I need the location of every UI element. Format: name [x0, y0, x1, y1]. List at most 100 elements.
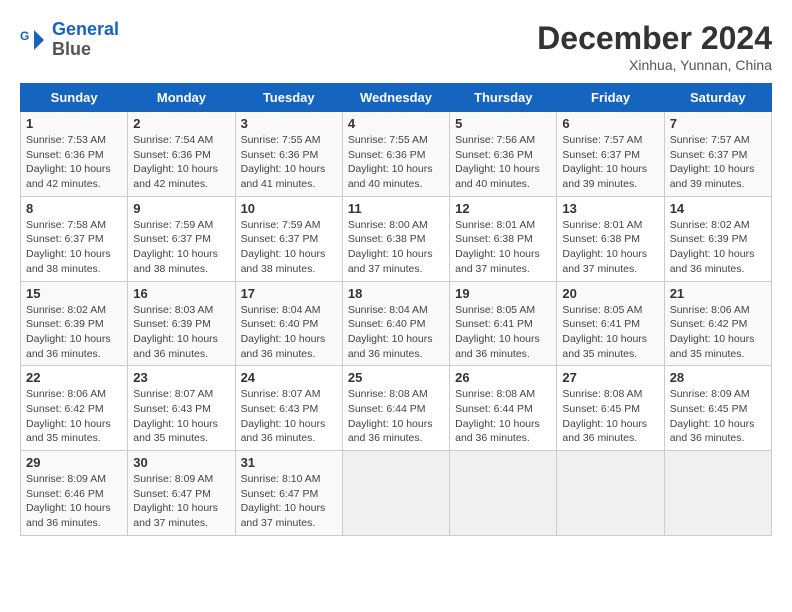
weekday-header-row: SundayMondayTuesdayWednesdayThursdayFrid…	[21, 84, 772, 112]
calendar-cell: 27 Sunrise: 8:08 AM Sunset: 6:45 PM Dayli…	[557, 366, 664, 451]
day-detail: Sunrise: 8:05 AM Sunset: 6:41 PM Dayligh…	[455, 303, 551, 362]
day-number: 24	[241, 370, 337, 385]
calendar-cell: 9Sunrise: 7:59 AM Sunset: 6:37 PM Daylig…	[128, 196, 235, 281]
weekday-header-tuesday: Tuesday	[235, 84, 342, 112]
calendar-cell: 3 Sunrise: 7:55 AM Sunset: 6:36 PM Daylig…	[235, 112, 342, 197]
day-detail: Sunrise: 8:09 AM Sunset: 6:47 PM Dayligh…	[133, 472, 229, 531]
day-detail: Sunrise: 8:04 AM Sunset: 6:40 PM Dayligh…	[348, 303, 444, 362]
day-detail: Sunrise: 7:56 AM Sunset: 6:36 PM Dayligh…	[455, 133, 551, 192]
calendar-cell	[450, 451, 557, 536]
calendar-cell	[664, 451, 771, 536]
calendar-cell: 7 Sunrise: 7:57 AM Sunset: 6:37 PM Daylig…	[664, 112, 771, 197]
day-number: 20	[562, 286, 658, 301]
day-number: 11	[348, 201, 444, 216]
day-number: 1	[26, 116, 122, 131]
day-number: 22	[26, 370, 122, 385]
day-detail: Sunrise: 8:09 AM Sunset: 6:46 PM Dayligh…	[26, 472, 122, 531]
day-number: 7	[670, 116, 766, 131]
day-detail: Sunrise: 7:57 AM Sunset: 6:37 PM Dayligh…	[670, 133, 766, 192]
calendar-cell: 1 Sunrise: 7:53 AM Sunset: 6:36 PM Daylig…	[21, 112, 128, 197]
title-block: December 2024 Xinhua, Yunnan, China	[537, 20, 772, 73]
calendar-cell: 2Sunrise: 7:54 AM Sunset: 6:36 PM Daylig…	[128, 112, 235, 197]
day-detail: Sunrise: 7:55 AM Sunset: 6:36 PM Dayligh…	[241, 133, 337, 192]
day-number: 27	[562, 370, 658, 385]
calendar-cell: 8 Sunrise: 7:58 AM Sunset: 6:37 PM Daylig…	[21, 196, 128, 281]
calendar-cell: 28 Sunrise: 8:09 AM Sunset: 6:45 PM Dayli…	[664, 366, 771, 451]
day-detail: Sunrise: 8:04 AM Sunset: 6:40 PM Dayligh…	[241, 303, 337, 362]
calendar-cell	[342, 451, 449, 536]
day-number: 15	[26, 286, 122, 301]
day-number: 29	[26, 455, 122, 470]
day-number: 19	[455, 286, 551, 301]
calendar-week-row: 29 Sunrise: 8:09 AM Sunset: 6:46 PM Dayli…	[21, 451, 772, 536]
day-number: 17	[241, 286, 337, 301]
day-number: 3	[241, 116, 337, 131]
calendar-cell: 31Sunrise: 8:10 AM Sunset: 6:47 PM Dayli…	[235, 451, 342, 536]
calendar-week-row: 15 Sunrise: 8:02 AM Sunset: 6:39 PM Dayli…	[21, 281, 772, 366]
calendar-cell: 21Sunrise: 8:06 AM Sunset: 6:42 PM Dayli…	[664, 281, 771, 366]
day-detail: Sunrise: 8:08 AM Sunset: 6:45 PM Dayligh…	[562, 387, 658, 446]
calendar-cell: 18 Sunrise: 8:04 AM Sunset: 6:40 PM Dayli…	[342, 281, 449, 366]
calendar-cell	[557, 451, 664, 536]
weekday-header-friday: Friday	[557, 84, 664, 112]
day-detail: Sunrise: 8:02 AM Sunset: 6:39 PM Dayligh…	[26, 303, 122, 362]
day-detail: Sunrise: 8:02 AM Sunset: 6:39 PM Dayligh…	[670, 218, 766, 277]
day-detail: Sunrise: 8:08 AM Sunset: 6:44 PM Dayligh…	[348, 387, 444, 446]
calendar-cell: 20 Sunrise: 8:05 AM Sunset: 6:41 PM Dayli…	[557, 281, 664, 366]
day-number: 12	[455, 201, 551, 216]
calendar-cell: 15 Sunrise: 8:02 AM Sunset: 6:39 PM Dayli…	[21, 281, 128, 366]
calendar-cell: 26 Sunrise: 8:08 AM Sunset: 6:44 PM Dayli…	[450, 366, 557, 451]
weekday-header-thursday: Thursday	[450, 84, 557, 112]
page-header: G General Blue December 2024 Xinhua, Yun…	[20, 20, 772, 73]
day-number: 16	[133, 286, 229, 301]
day-number: 23	[133, 370, 229, 385]
calendar-cell: 29 Sunrise: 8:09 AM Sunset: 6:46 PM Dayli…	[21, 451, 128, 536]
calendar-cell: 5Sunrise: 7:56 AM Sunset: 6:36 PM Daylig…	[450, 112, 557, 197]
day-number: 8	[26, 201, 122, 216]
weekday-header-saturday: Saturday	[664, 84, 771, 112]
location-subtitle: Xinhua, Yunnan, China	[537, 57, 772, 73]
calendar-cell: 24 Sunrise: 8:07 AM Sunset: 6:43 PM Dayli…	[235, 366, 342, 451]
day-number: 18	[348, 286, 444, 301]
calendar-cell: 16Sunrise: 8:03 AM Sunset: 6:39 PM Dayli…	[128, 281, 235, 366]
calendar-table: SundayMondayTuesdayWednesdayThursdayFrid…	[20, 83, 772, 536]
day-detail: Sunrise: 8:06 AM Sunset: 6:42 PM Dayligh…	[26, 387, 122, 446]
calendar-week-row: 8 Sunrise: 7:58 AM Sunset: 6:37 PM Daylig…	[21, 196, 772, 281]
calendar-cell: 14Sunrise: 8:02 AM Sunset: 6:39 PM Dayli…	[664, 196, 771, 281]
day-detail: Sunrise: 8:00 AM Sunset: 6:38 PM Dayligh…	[348, 218, 444, 277]
calendar-cell: 23 Sunrise: 8:07 AM Sunset: 6:43 PM Dayli…	[128, 366, 235, 451]
day-number: 10	[241, 201, 337, 216]
month-title: December 2024	[537, 20, 772, 57]
logo-text: General Blue	[52, 20, 119, 60]
calendar-cell: 19 Sunrise: 8:05 AM Sunset: 6:41 PM Dayli…	[450, 281, 557, 366]
logo-icon: G	[20, 26, 48, 54]
calendar-cell: 17 Sunrise: 8:04 AM Sunset: 6:40 PM Dayli…	[235, 281, 342, 366]
calendar-week-row: 1 Sunrise: 7:53 AM Sunset: 6:36 PM Daylig…	[21, 112, 772, 197]
weekday-header-wednesday: Wednesday	[342, 84, 449, 112]
day-detail: Sunrise: 8:09 AM Sunset: 6:45 PM Dayligh…	[670, 387, 766, 446]
day-detail: Sunrise: 7:58 AM Sunset: 6:37 PM Dayligh…	[26, 218, 122, 277]
day-detail: Sunrise: 8:08 AM Sunset: 6:44 PM Dayligh…	[455, 387, 551, 446]
calendar-cell: 10 Sunrise: 7:59 AM Sunset: 6:37 PM Dayli…	[235, 196, 342, 281]
day-number: 26	[455, 370, 551, 385]
svg-text:G: G	[20, 29, 29, 43]
calendar-week-row: 22 Sunrise: 8:06 AM Sunset: 6:42 PM Dayli…	[21, 366, 772, 451]
calendar-cell: 30Sunrise: 8:09 AM Sunset: 6:47 PM Dayli…	[128, 451, 235, 536]
weekday-header-monday: Monday	[128, 84, 235, 112]
day-detail: Sunrise: 8:07 AM Sunset: 6:43 PM Dayligh…	[133, 387, 229, 446]
day-number: 6	[562, 116, 658, 131]
day-detail: Sunrise: 7:53 AM Sunset: 6:36 PM Dayligh…	[26, 133, 122, 192]
day-detail: Sunrise: 7:54 AM Sunset: 6:36 PM Dayligh…	[133, 133, 229, 192]
day-detail: Sunrise: 8:05 AM Sunset: 6:41 PM Dayligh…	[562, 303, 658, 362]
day-detail: Sunrise: 8:07 AM Sunset: 6:43 PM Dayligh…	[241, 387, 337, 446]
day-number: 28	[670, 370, 766, 385]
day-detail: Sunrise: 8:10 AM Sunset: 6:47 PM Dayligh…	[241, 472, 337, 531]
logo: G General Blue	[20, 20, 119, 60]
day-number: 13	[562, 201, 658, 216]
calendar-cell: 25 Sunrise: 8:08 AM Sunset: 6:44 PM Dayli…	[342, 366, 449, 451]
day-detail: Sunrise: 7:59 AM Sunset: 6:37 PM Dayligh…	[241, 218, 337, 277]
day-detail: Sunrise: 7:55 AM Sunset: 6:36 PM Dayligh…	[348, 133, 444, 192]
day-detail: Sunrise: 8:01 AM Sunset: 6:38 PM Dayligh…	[562, 218, 658, 277]
day-number: 25	[348, 370, 444, 385]
day-number: 9	[133, 201, 229, 216]
